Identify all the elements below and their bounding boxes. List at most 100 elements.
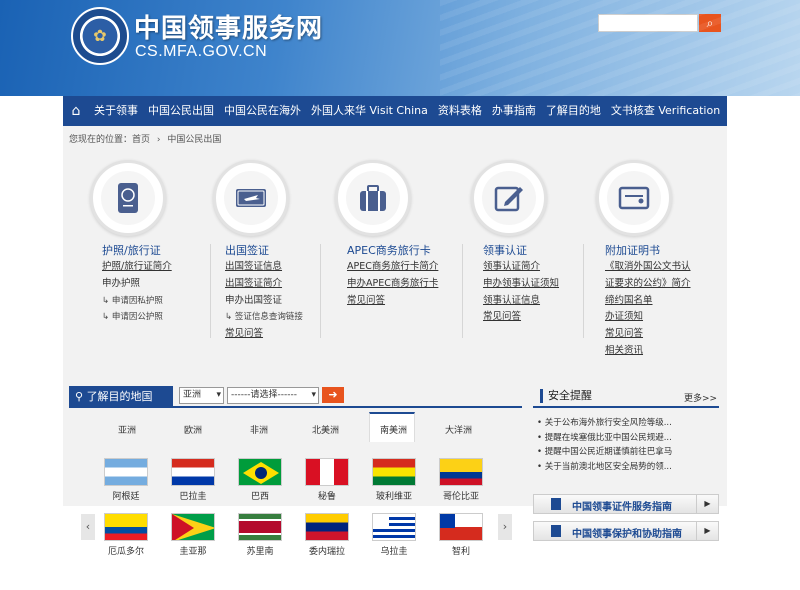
sub-arrow-icon: ↳ [225, 312, 235, 323]
country-paraguay[interactable]: 巴拉圭 [163, 489, 223, 502]
country-venezuela[interactable]: 委内瑞拉 [297, 544, 357, 557]
flag-peru[interactable] [305, 458, 349, 486]
link-apec-faq[interactable]: 常见问答 [347, 293, 438, 310]
nav-item-about[interactable]: 关于领事 [89, 96, 143, 126]
authentication-icon[interactable] [471, 160, 547, 236]
country-select[interactable]: ------请选择------ [227, 387, 319, 404]
link-official-passport[interactable]: ↳ 申请因公护照 [102, 309, 172, 326]
link-visa-info[interactable]: 出国签证信息 [225, 259, 303, 276]
tab-europe[interactable]: 欧洲 [184, 423, 202, 436]
link-apply-apec[interactable]: 申办APEC商务旅行卡 [347, 276, 438, 293]
passport-service-icon[interactable] [90, 160, 166, 236]
flag-venezuela[interactable] [305, 513, 349, 541]
flag-guyana[interactable] [171, 513, 215, 541]
location-pin-icon: ⚲ [75, 390, 87, 403]
search-icon: ⌕ [706, 16, 714, 30]
go-button[interactable]: ➜ [322, 387, 344, 403]
safety-news-item[interactable]: • 提醒在埃塞俄比亚中国公民规避... [537, 431, 672, 446]
apec-card-icon[interactable] [335, 160, 411, 236]
link-apostille-notice[interactable]: 办证须知 [605, 309, 691, 326]
link-auth-notice[interactable]: 申办领事认证须知 [483, 276, 559, 293]
country-ecuador[interactable]: 厄瓜多尔 [96, 544, 156, 557]
link-passport-intro[interactable]: 护照/旅行证简介 [102, 259, 172, 276]
nav-item-guide[interactable]: 办事指南 [487, 96, 541, 126]
country-peru[interactable]: 秘鲁 [297, 489, 357, 502]
safety-news-item[interactable]: • 关于当前澳北地区安全局势的领... [537, 460, 672, 475]
continent-select[interactable]: 亚洲 [179, 387, 224, 404]
nav-item-visit-china[interactable]: 外国人来华 Visit China [306, 96, 433, 126]
safety-news-item[interactable]: • 关于公布海外旅行安全风险等级... [537, 416, 672, 431]
link-auth-faq[interactable]: 常见问答 [483, 309, 559, 326]
flag-brazil[interactable] [238, 458, 282, 486]
link-private-passport[interactable]: ↳ 申请因私护照 [102, 293, 172, 310]
safety-news-item[interactable]: • 提醒中国公民近期谨慎前往巴拿马 [537, 445, 672, 460]
country-suriname[interactable]: 苏里南 [230, 544, 290, 557]
seal-emblem-icon: ✿ [93, 26, 107, 45]
certificate-guide-button[interactable]: 中国领事证件服务指南 ▶ [533, 494, 719, 514]
site-domain: CS.MFA.GOV.CN [135, 43, 268, 60]
bullet-icon: • [537, 447, 545, 457]
tab-asia[interactable]: 亚洲 [118, 423, 136, 436]
country-uruguay[interactable]: 乌拉圭 [364, 544, 424, 557]
flag-colombia[interactable] [439, 458, 483, 486]
tab-north-america[interactable]: 北美洲 [312, 423, 339, 436]
flag-uruguay[interactable] [372, 513, 416, 541]
service-title-authentication[interactable]: 领事认证 [483, 242, 527, 258]
play-arrow-icon: ▶ [696, 495, 718, 513]
carousel-next-button[interactable]: › [498, 514, 512, 540]
link-visa-faq[interactable]: 常见问答 [225, 326, 303, 343]
consular-seal-logo[interactable]: ✿ [71, 7, 129, 65]
destination-heading: ⚲ 了解目的地国 [69, 386, 173, 407]
visa-service-icon[interactable] [213, 160, 289, 236]
link-apply-visa[interactable]: 申办出国签证 [225, 293, 303, 310]
nav-item-overseas[interactable]: 中国公民在海外 [219, 96, 306, 126]
tab-oceania[interactable]: 大洋洲 [445, 423, 472, 436]
flag-argentina[interactable] [104, 458, 148, 486]
nav-item-go-abroad[interactable]: 中国公民出国 [143, 96, 219, 126]
flag-chile[interactable] [439, 513, 483, 541]
service-links-authentication: 领事认证简介 申办领事认证须知 领事认证信息 常见问答 [483, 259, 559, 326]
link-contracting-states[interactable]: 缔约国名单 [605, 293, 691, 310]
country-argentina[interactable]: 阿根廷 [96, 489, 156, 502]
link-visa-intro[interactable]: 出国签证简介 [225, 276, 303, 293]
breadcrumb-home[interactable]: 您现在的位置：首页 [69, 135, 150, 145]
flag-ecuador[interactable] [104, 513, 148, 541]
link-apec-intro[interactable]: APEC商务旅行卡简介 [347, 259, 438, 276]
service-title-apec[interactable]: APEC商务旅行卡 [347, 242, 431, 258]
breadcrumb: 您现在的位置：首页 › 中国公民出国 [69, 132, 225, 145]
home-icon[interactable]: ⌂ [63, 96, 89, 126]
link-auth-intro[interactable]: 领事认证简介 [483, 259, 559, 276]
service-links-visa: 出国签证信息 出国签证简介 申办出国签证 ↳ 签证信息查询链接 常见问答 [225, 259, 303, 343]
link-apostille-news[interactable]: 相关资讯 [605, 343, 691, 360]
tab-south-america[interactable]: 南美洲 [380, 423, 407, 436]
link-visa-query[interactable]: ↳ 签证信息查询链接 [225, 309, 303, 326]
nav-item-forms[interactable]: 资料表格 [433, 96, 487, 126]
country-chile[interactable]: 智利 [431, 544, 491, 557]
link-apostille-convention-2[interactable]: 证要求的公约》简介 [605, 276, 691, 293]
link-auth-info[interactable]: 领事认证信息 [483, 293, 559, 310]
link-apostille-convention[interactable]: 《取消外国公文书认 [605, 259, 691, 276]
carousel-prev-button[interactable]: ‹ [81, 514, 95, 540]
country-colombia[interactable]: 哥伦比亚 [431, 489, 491, 502]
service-title-visa[interactable]: 出国签证 [225, 242, 269, 258]
nav-item-destination[interactable]: 了解目的地 [541, 96, 606, 126]
apostille-icon[interactable] [596, 160, 672, 236]
country-guyana[interactable]: 圭亚那 [163, 544, 223, 557]
site-title[interactable]: 中国领事服务网 [134, 8, 323, 45]
safety-news-list: • 关于公布海外旅行安全风险等级... • 提醒在埃塞俄比亚中国公民规避... … [537, 416, 672, 474]
link-apply-passport[interactable]: 申办护照 [102, 276, 172, 293]
safety-more-link[interactable]: 更多>> [684, 391, 717, 404]
tab-africa[interactable]: 非洲 [250, 423, 268, 436]
flag-paraguay[interactable] [171, 458, 215, 486]
flag-bolivia[interactable] [372, 458, 416, 486]
search-button[interactable]: ⌕ [699, 14, 721, 32]
flag-suriname[interactable] [238, 513, 282, 541]
country-bolivia[interactable]: 玻利维亚 [364, 489, 424, 502]
nav-item-verification[interactable]: 文书核查 Verification [606, 96, 725, 126]
country-brazil[interactable]: 巴西 [230, 489, 290, 502]
search-input[interactable] [598, 14, 698, 32]
service-title-apostille[interactable]: 附加证明书 [605, 242, 660, 258]
link-apostille-faq[interactable]: 常见问答 [605, 326, 691, 343]
protection-guide-button[interactable]: 中国领事保护和协助指南 ▶ [533, 521, 719, 541]
service-title-passport[interactable]: 护照/旅行证 [102, 242, 161, 258]
